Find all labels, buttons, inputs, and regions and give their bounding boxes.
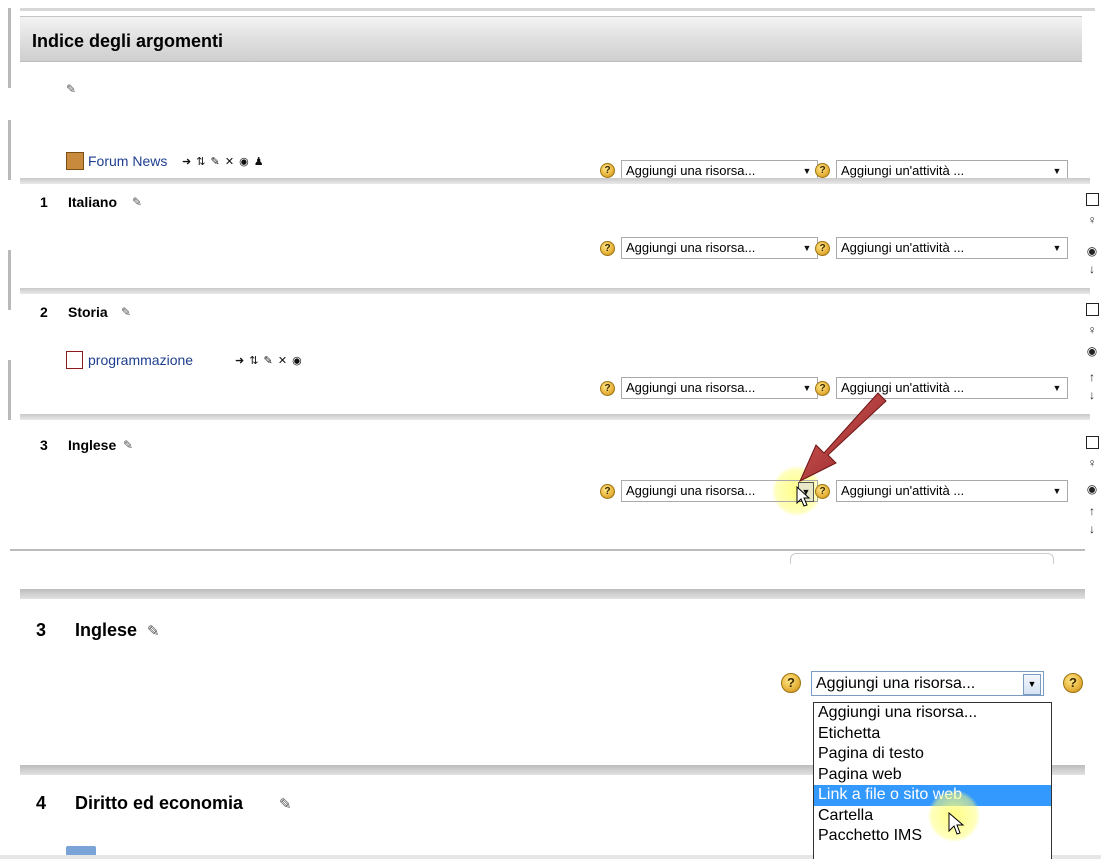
zoom-section-title: Inglese bbox=[75, 620, 138, 640]
dropdown-option[interactable]: Pagina di testo bbox=[814, 744, 1051, 765]
cropped-select-remnant bbox=[790, 553, 1054, 564]
programmazione-link[interactable]: programmazione bbox=[88, 352, 193, 368]
help-icon[interactable]: ? bbox=[600, 163, 615, 178]
arrow-up-icon[interactable]: ↑ bbox=[1084, 370, 1100, 384]
dropdown-option[interactable]: Pagina web bbox=[814, 765, 1051, 786]
pencil-icon[interactable]: ✎ bbox=[147, 622, 160, 640]
page-title: Indice degli argomenti bbox=[32, 31, 224, 51]
add-resource-value: Aggiungi una risorsa... bbox=[626, 240, 756, 255]
add-activity-select[interactable]: Aggiungi un'attività ... ▼ bbox=[836, 237, 1068, 259]
zoom-add-resource-value: Aggiungi una risorsa... bbox=[816, 675, 976, 692]
section-separator bbox=[20, 178, 1090, 184]
zoom-section-title: Diritto ed economia bbox=[75, 793, 244, 813]
section-title: Italiano bbox=[68, 194, 118, 210]
help-icon[interactable]: ? bbox=[815, 163, 830, 178]
pdf-icon bbox=[66, 351, 83, 369]
chevron-down-icon[interactable]: ▼ bbox=[800, 238, 814, 258]
chevron-down-icon[interactable]: ▼ bbox=[1050, 378, 1064, 398]
zoom-section-number: 4 bbox=[36, 793, 47, 813]
section-number: 1 bbox=[40, 194, 48, 210]
pencil-icon[interactable]: ✎ bbox=[121, 305, 131, 319]
add-resource-value: Aggiungi una risorsa... bbox=[626, 483, 756, 498]
section-separator bbox=[20, 414, 1090, 420]
chevron-down-icon[interactable]: ▼ bbox=[1050, 481, 1064, 501]
help-icon[interactable]: ? bbox=[600, 484, 615, 499]
eye-icon[interactable]: ◉ bbox=[1084, 244, 1100, 258]
chevron-down-icon[interactable]: ▼ bbox=[1023, 674, 1041, 695]
section-title: Storia bbox=[68, 304, 108, 320]
mouse-cursor-icon bbox=[796, 486, 811, 507]
bulb-icon[interactable]: ♀ bbox=[1084, 456, 1100, 470]
pointer-arrow-annotation bbox=[798, 392, 887, 483]
section-title: Inglese bbox=[68, 437, 117, 453]
eye-icon[interactable]: ◉ bbox=[1084, 482, 1100, 496]
checkbox-icon[interactable] bbox=[1086, 193, 1099, 206]
arrow-up-icon[interactable]: ↑ bbox=[1084, 504, 1100, 518]
bulb-icon[interactable]: ♀ bbox=[1084, 213, 1100, 227]
add-resource-select[interactable]: Aggiungi una risorsa... ▼ bbox=[621, 237, 818, 259]
help-icon[interactable]: ? bbox=[1063, 673, 1083, 693]
pencil-icon[interactable]: ✎ bbox=[123, 438, 133, 452]
chevron-down-icon[interactable]: ▼ bbox=[1050, 238, 1064, 258]
forum-news-link[interactable]: Forum News bbox=[88, 153, 167, 169]
section-separator bbox=[20, 288, 1090, 294]
left-frame-bar bbox=[8, 120, 11, 180]
bulb-icon[interactable]: ♀ bbox=[1084, 323, 1100, 337]
zoom-separator bbox=[20, 589, 1085, 599]
arrow-down-icon[interactable]: ↓ bbox=[1084, 522, 1100, 536]
screenshot-edge bbox=[10, 549, 1085, 551]
add-resource-select[interactable]: Aggiungi una risorsa... ▼ bbox=[621, 480, 818, 502]
zoom-section-number: 3 bbox=[36, 620, 47, 640]
left-frame-bar bbox=[8, 360, 11, 420]
left-frame-bar bbox=[8, 8, 11, 88]
section-number: 2 bbox=[40, 304, 48, 320]
help-icon[interactable]: ? bbox=[600, 241, 615, 256]
help-icon[interactable]: ? bbox=[815, 241, 830, 256]
add-resource-select[interactable]: Aggiungi una risorsa... ▼ bbox=[621, 377, 818, 399]
add-activity-value: Aggiungi un'attività ... bbox=[841, 240, 965, 255]
mouse-cursor-icon bbox=[948, 812, 965, 835]
arrow-down-icon[interactable]: ↓ bbox=[1084, 388, 1100, 402]
activity-edit-icons[interactable]: ➜ ⇅ ✎ ✕ ◉ ♟ bbox=[182, 155, 265, 168]
help-icon[interactable]: ? bbox=[781, 673, 801, 693]
forum-icon bbox=[66, 152, 84, 170]
section-number: 3 bbox=[40, 437, 48, 453]
zoom-add-resource-select[interactable]: Aggiungi una risorsa... ▼ bbox=[811, 671, 1044, 696]
dropdown-option[interactable]: Etichetta bbox=[814, 724, 1051, 745]
checkbox-icon[interactable] bbox=[1086, 303, 1099, 316]
pencil-icon[interactable]: ✎ bbox=[132, 195, 142, 209]
activity-edit-icons[interactable]: ➜ ⇅ ✎ ✕ ◉ bbox=[235, 354, 303, 367]
arrow-down-icon[interactable]: ↓ bbox=[1084, 262, 1100, 276]
add-activity-value: Aggiungi un'attività ... bbox=[841, 163, 965, 178]
resource-dropdown-list[interactable]: Aggiungi una risorsa... Etichetta Pagina… bbox=[813, 702, 1052, 859]
dropdown-option[interactable]: Aggiungi una risorsa... bbox=[814, 703, 1051, 724]
add-resource-value: Aggiungi una risorsa... bbox=[626, 380, 756, 395]
add-resource-value: Aggiungi una risorsa... bbox=[626, 163, 756, 178]
help-icon[interactable]: ? bbox=[600, 381, 615, 396]
pencil-icon[interactable]: ✎ bbox=[66, 82, 76, 96]
checkbox-icon[interactable] bbox=[1086, 436, 1099, 449]
top-border bbox=[20, 8, 1095, 11]
eye-icon[interactable]: ◉ bbox=[1084, 344, 1100, 358]
pencil-icon[interactable]: ✎ bbox=[279, 795, 292, 813]
left-frame-bar bbox=[8, 250, 11, 310]
